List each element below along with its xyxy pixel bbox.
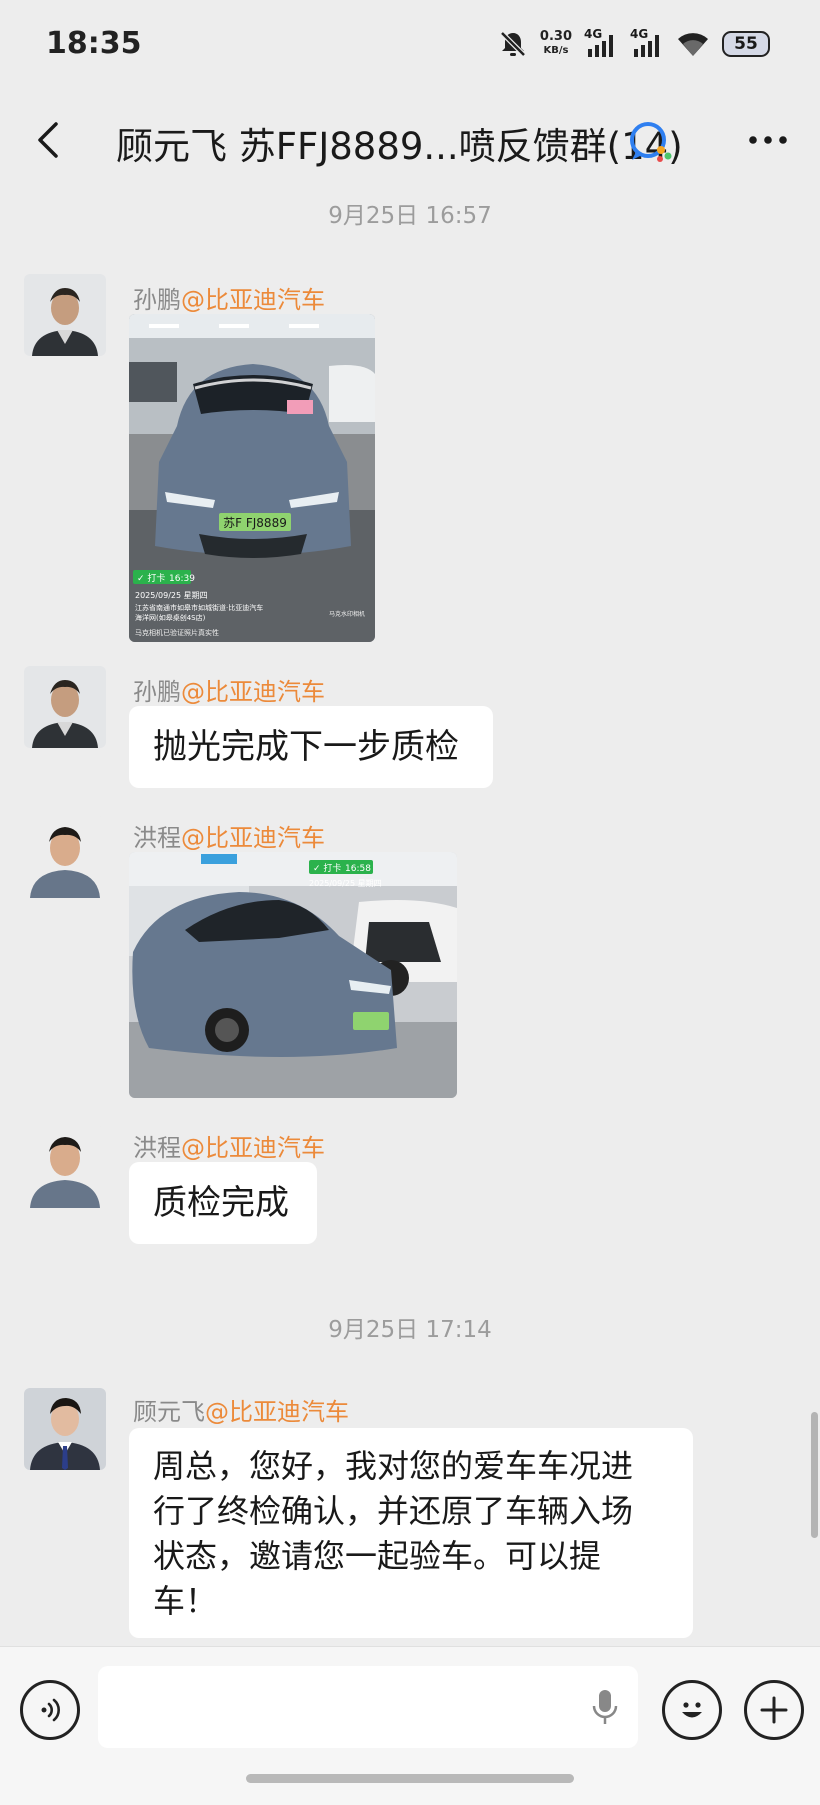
message-text-line: 行了终检确认，并还原了车辆入场 (153, 1492, 634, 1530)
message-timestamp: 9月25日 16:57 (328, 203, 492, 229)
message-text-line: 周总，您好，我对您的爱车车况进 (153, 1447, 634, 1485)
signal-icon: 4G (630, 27, 664, 59)
input-bar (0, 1646, 820, 1805)
group-chat-icon[interactable] (628, 120, 674, 164)
sender-org: @比亚迪汽车 (181, 824, 325, 852)
sender-name: 洪程@比亚迪汽车 (133, 824, 325, 852)
avatar[interactable] (24, 1126, 106, 1208)
home-indicator[interactable] (246, 1774, 574, 1783)
svg-text:江苏省南通市如皋市如城街道·比亚迪汽车: 江苏省南通市如皋市如城街道·比亚迪汽车 (135, 603, 263, 612)
message-text: 抛光完成下一步质检 (153, 727, 459, 767)
battery-level: 55 (734, 34, 758, 54)
sender-org: @比亚迪汽车 (181, 1134, 325, 1162)
voice-toggle-button[interactable] (20, 1680, 80, 1740)
sender-org: @比亚迪汽车 (181, 678, 325, 706)
back-arrow-icon (38, 122, 58, 158)
sender-name: 孙鹏@比亚迪汽车 (133, 678, 325, 706)
svg-text:2025/09/25 星期四: 2025/09/25 星期四 (309, 879, 382, 888)
more-button[interactable] (742, 118, 794, 162)
message-bubble[interactable]: 周总，您好，我对您的爱车车况进 行了终检确认，并还原了车辆入场 状态，邀请您一起… (129, 1428, 693, 1638)
avatar[interactable] (24, 274, 106, 356)
back-button[interactable] (22, 114, 74, 166)
net-speed-value: 0.30 (539, 29, 572, 44)
svg-text:马克水印相机: 马克水印相机 (329, 610, 365, 618)
wifi-icon (678, 33, 708, 56)
message-text-line: 状态，邀请您一起验车。可以提 (153, 1537, 602, 1575)
plus-icon (760, 1696, 788, 1724)
status-bar: 18:35 0.30 KB/s 4G 4G 55 (0, 0, 820, 90)
more-actions-button[interactable] (744, 1680, 804, 1740)
status-time: 18:35 (46, 26, 142, 61)
emoji-icon (682, 1702, 702, 1718)
mute-bell-icon (500, 31, 526, 57)
status-icons: 0.30 KB/s 4G 4G 55 (498, 26, 770, 62)
message-bubble[interactable]: 质检完成 (129, 1162, 317, 1244)
message-bubble[interactable]: 抛光完成下一步质检 (129, 706, 493, 788)
message-text-line: 车！ (153, 1582, 218, 1620)
message-image[interactable]: ✓ 打卡 16:58 2025/09/25 星期四 (129, 852, 457, 1098)
microphone-icon[interactable] (590, 1686, 620, 1728)
svg-text:16:39: 16:39 (169, 574, 195, 584)
chat-header: 顾元飞 苏FFJ8889...喷反馈群(14) (0, 96, 820, 184)
message-text: 质检完成 (153, 1183, 289, 1223)
sender-name: 顾元飞@比亚迪汽车 (133, 1398, 349, 1426)
battery-icon: 55 (722, 31, 770, 57)
signal-icon: 4G (584, 27, 618, 59)
more-dots-icon (749, 136, 787, 144)
net-speed-unit: KB/s (543, 45, 569, 56)
avatar[interactable] (24, 1388, 106, 1470)
svg-text:16:58: 16:58 (345, 864, 371, 874)
avatar[interactable] (24, 666, 106, 748)
sender-org: @比亚迪汽车 (181, 286, 325, 314)
chat-title: 顾元飞 苏FFJ8889...喷反馈群(14) (116, 125, 683, 168)
svg-text:海洋网(如皋桌创4S店): 海洋网(如皋桌创4S店) (135, 613, 206, 622)
scrollbar-thumb[interactable] (811, 1412, 818, 1538)
svg-text:✓ 打卡: ✓ 打卡 (313, 862, 341, 874)
avatar[interactable] (24, 816, 106, 898)
svg-text:马克相机已验证照片真实性: 马克相机已验证照片真实性 (135, 628, 219, 637)
net-speed: 0.30 KB/s (540, 30, 572, 58)
svg-text:✓ 打卡: ✓ 打卡 (137, 572, 165, 584)
voice-toggle-icon (41, 1698, 60, 1722)
sender-org: @比亚迪汽车 (205, 1398, 349, 1426)
emoji-button[interactable] (662, 1680, 722, 1740)
message-image[interactable]: 苏F FJ8889 ✓ 打卡 16:39 2025/09/25 星期四 江苏省南… (129, 314, 375, 642)
sender-name: 孙鹏@比亚迪汽车 (133, 286, 325, 314)
message-timestamp: 9月25日 17:14 (328, 1317, 492, 1343)
sender-name: 洪程@比亚迪汽车 (133, 1134, 325, 1162)
message-input[interactable] (98, 1666, 638, 1748)
license-plate: 苏F FJ8889 (223, 516, 287, 530)
svg-text:2025/09/25 星期四: 2025/09/25 星期四 (135, 591, 208, 600)
